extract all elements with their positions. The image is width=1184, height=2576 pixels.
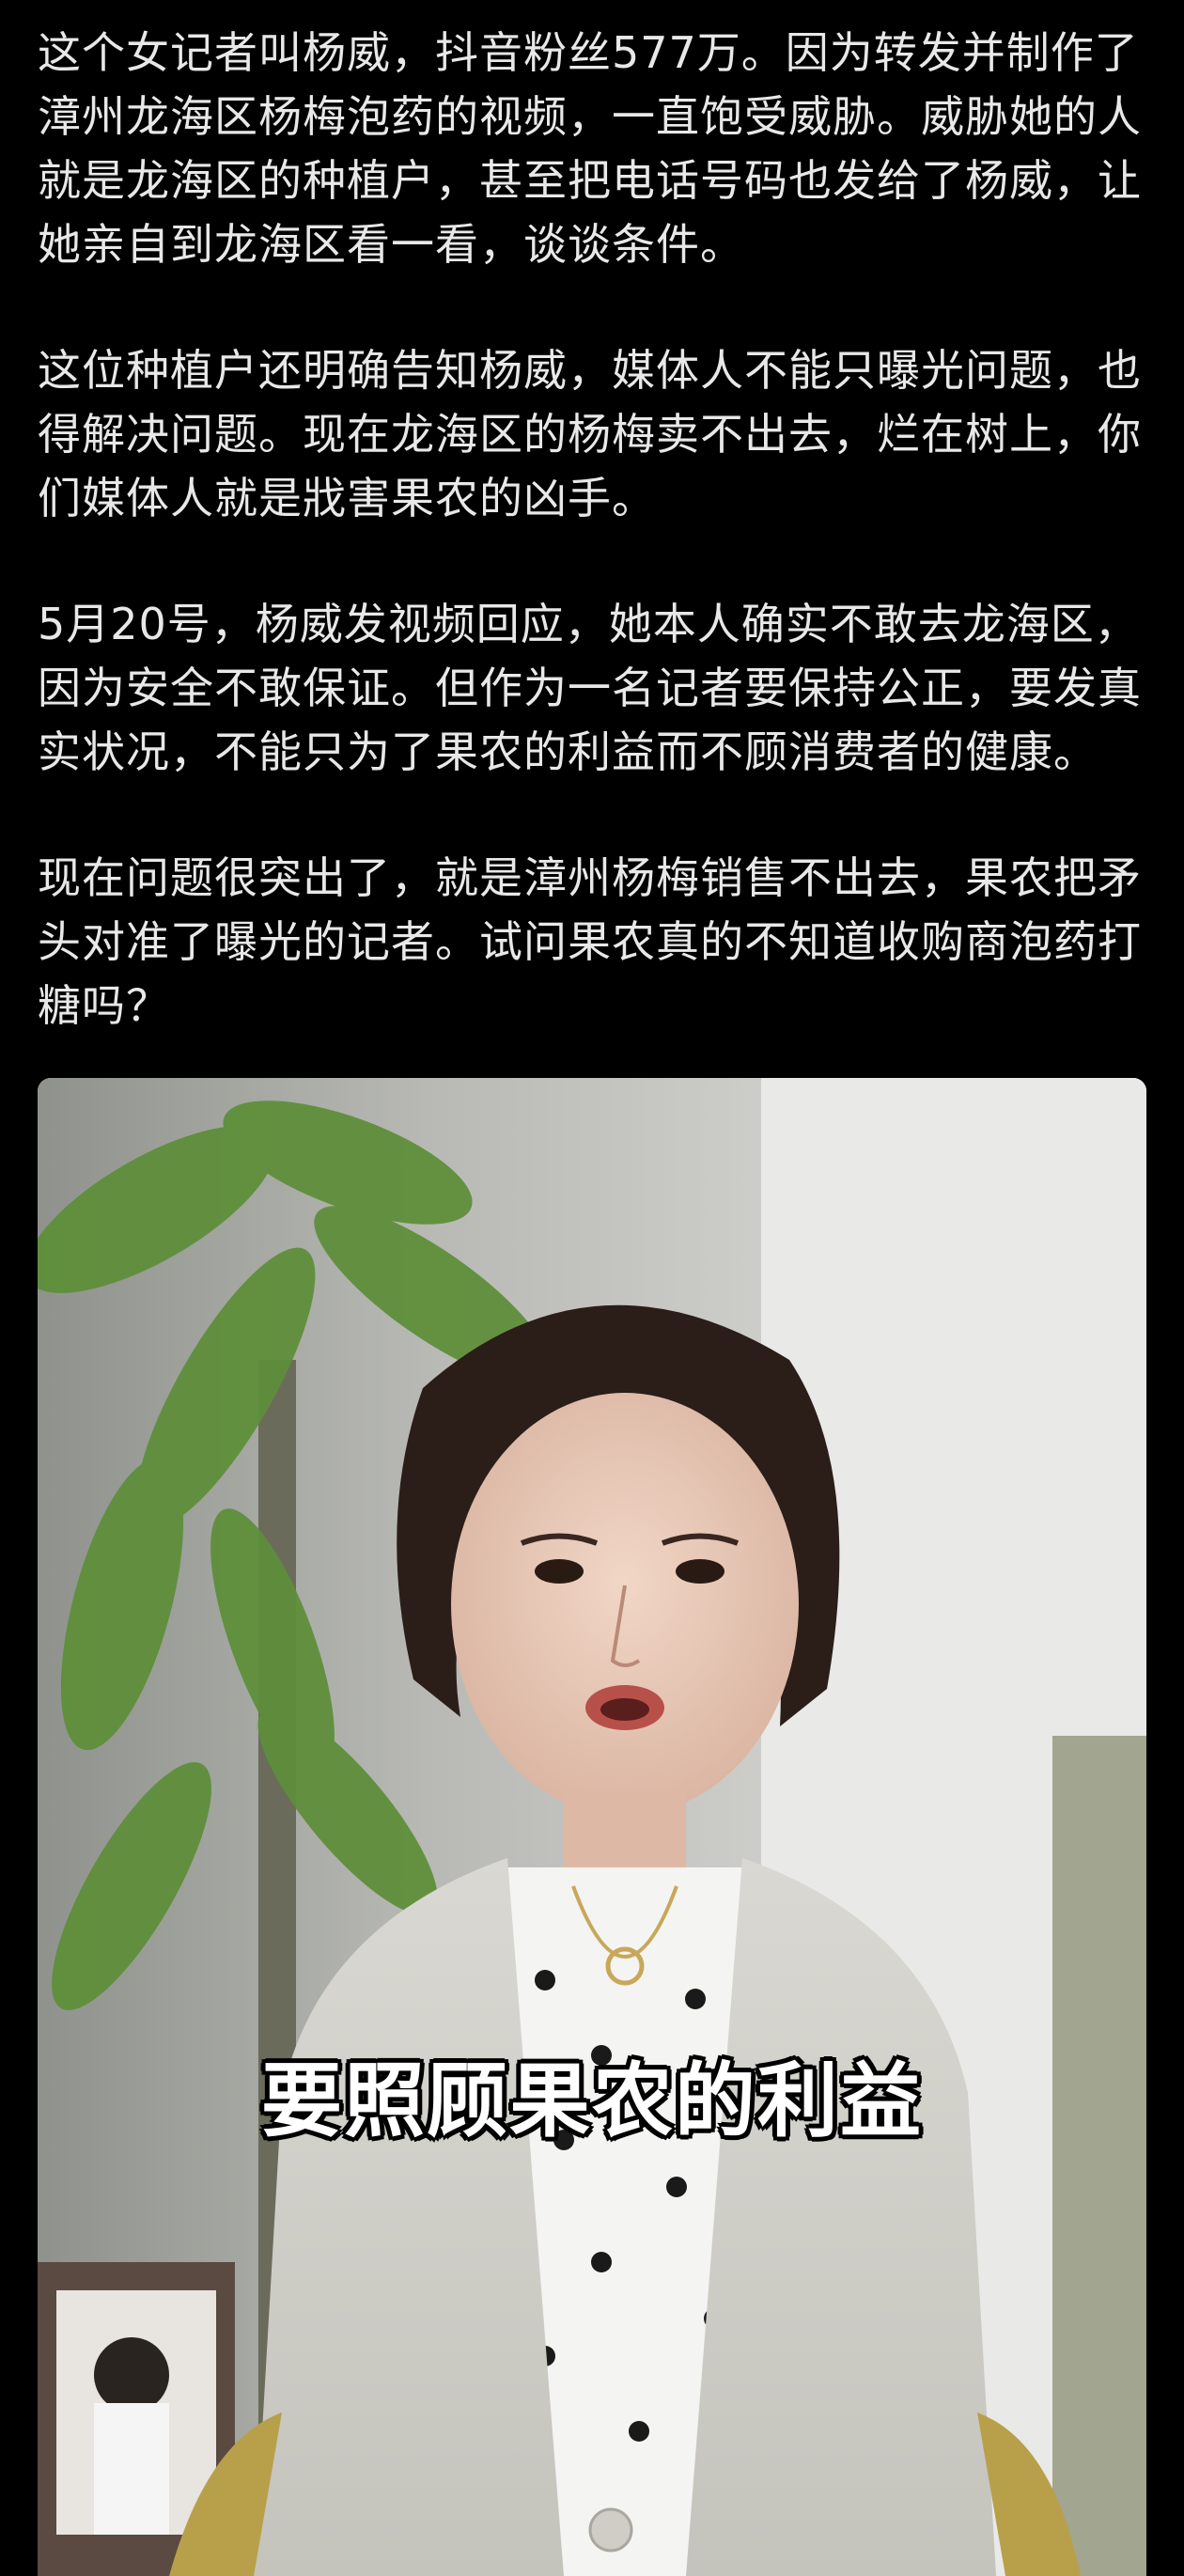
video-subtitle: 要照顾果农的利益 <box>261 2054 923 2148</box>
video-frame-illustration <box>38 1078 1146 2576</box>
post-body: 这个女记者叫杨威，抖音粉丝577万。因为转发并制作了漳州龙海区杨梅泡药的视频，一… <box>38 21 1156 1038</box>
video-still-image[interactable]: 要照顾果农的利益 <box>38 1078 1146 2576</box>
post-paragraph-2: 这位种植户还明确告知杨威，媒体人不能只曝光问题，也得解决问题。现在龙海区的杨梅卖… <box>38 345 1142 523</box>
post-paragraph-3: 5月20号，杨威发视频回应，她本人确实不敢去龙海区，因为安全不敢保证。但作为一名… <box>38 599 1142 777</box>
post-paragraph-4: 现在问题很突出了，就是漳州杨梅销售不出去，果农把矛头对准了曝光的记者。试问果农真… <box>38 852 1142 1031</box>
post-paragraph-1: 这个女记者叫杨威，抖音粉丝577万。因为转发并制作了漳州龙海区杨梅泡药的视频，一… <box>38 27 1142 270</box>
